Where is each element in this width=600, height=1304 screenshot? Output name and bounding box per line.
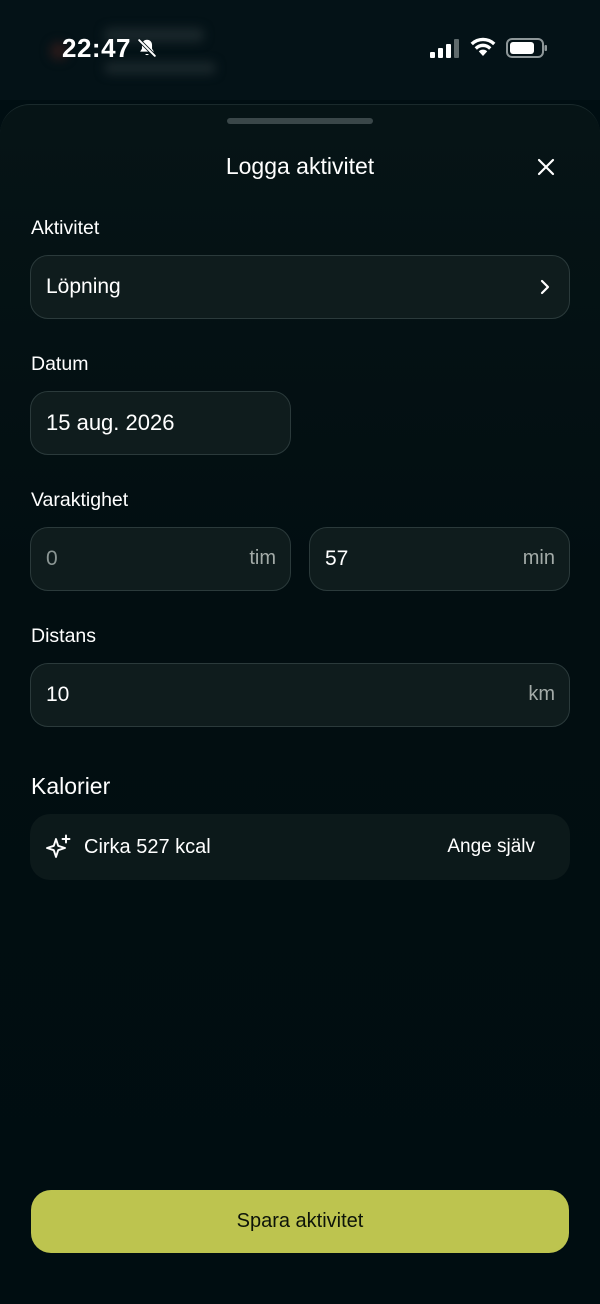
calories-title: Kalorier	[31, 773, 111, 799]
status-time: 22:47	[62, 33, 131, 63]
close-icon	[537, 158, 555, 176]
battery-icon	[506, 38, 547, 58]
close-button[interactable]	[528, 149, 564, 185]
sparkle-icon	[46, 834, 71, 858]
cellular-signal-icon	[430, 39, 459, 58]
activity-value: Löpning	[46, 275, 121, 298]
sheet-title: Logga aktivitet	[225, 153, 375, 179]
save-activity-button[interactable]: Spara aktivitet	[31, 1190, 569, 1253]
date-value: 15 aug. 2026	[46, 410, 175, 435]
duration-hours-value: 0	[46, 547, 58, 570]
duration-hours-input[interactable]: 0 tim	[30, 527, 291, 591]
duration-label: Varaktighet	[31, 489, 129, 511]
enter-manually-button[interactable]: Ange själv	[447, 814, 535, 880]
distance-unit: km	[528, 683, 555, 705]
distance-label: Distans	[31, 625, 97, 647]
date-field[interactable]: 15 aug. 2026	[30, 391, 291, 455]
wifi-icon	[470, 37, 496, 56]
bell-slash-icon	[137, 38, 157, 58]
activity-selector[interactable]: Löpning	[30, 255, 570, 319]
log-activity-sheet: Logga aktivitet Aktivitet Löpning Datum …	[0, 104, 600, 1304]
duration-minutes-input[interactable]: 57 min	[309, 527, 570, 591]
screen: 22:47 Logga aktivitet Aktivitet Löpning …	[0, 0, 600, 1304]
calories-card: Cirka 527 kcal Ange själv	[30, 814, 570, 880]
date-label: Datum	[31, 353, 89, 375]
distance-value: 10	[46, 683, 70, 706]
duration-minutes-value: 57	[325, 547, 349, 570]
chevron-right-icon	[540, 279, 550, 295]
status-bar: 22:47	[0, 0, 600, 100]
duration-minutes-unit: min	[522, 547, 555, 569]
sheet-grabber[interactable]	[227, 118, 373, 124]
activity-label: Aktivitet	[31, 217, 100, 239]
duration-hours-unit: tim	[249, 547, 276, 569]
calories-estimate: Cirka 527 kcal	[84, 836, 211, 858]
distance-input[interactable]: 10 km	[30, 663, 570, 727]
